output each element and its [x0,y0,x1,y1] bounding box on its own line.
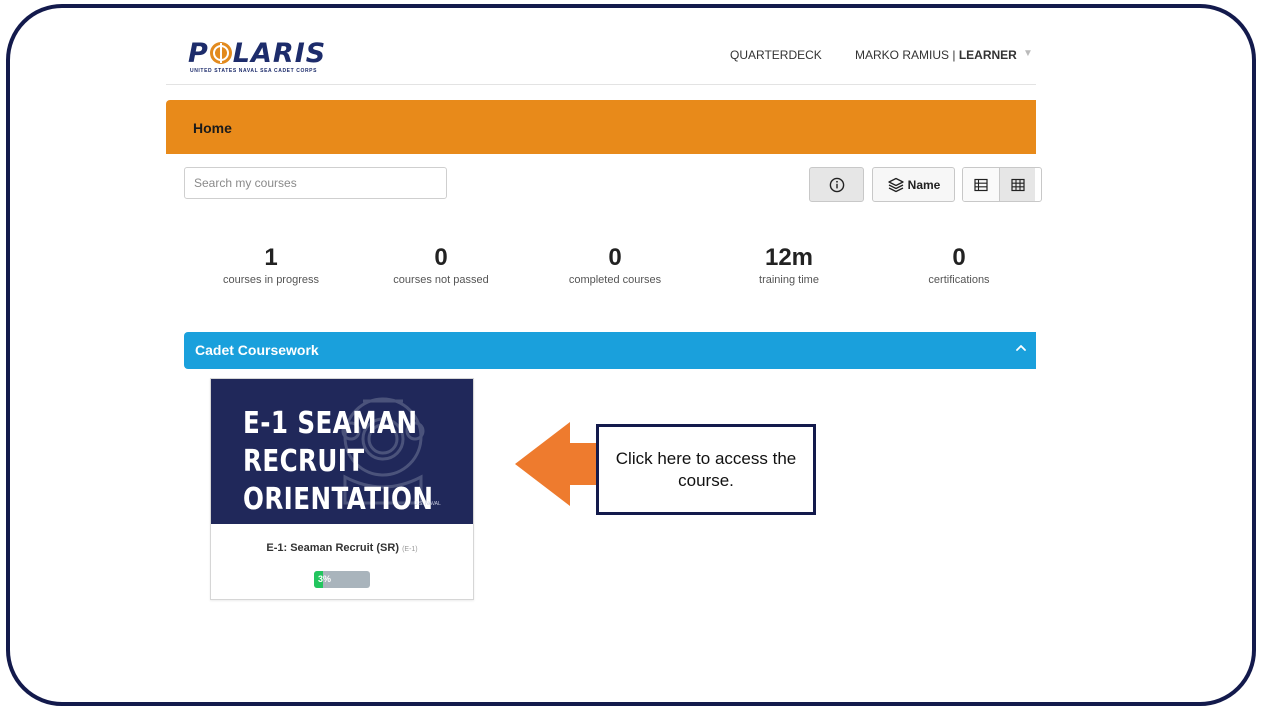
grid-view-button[interactable] [999,168,1035,201]
chevron-down-icon[interactable]: ▼ [1023,48,1033,59]
stat-value: 1 [264,244,278,271]
logo-letter-p: P [188,38,209,69]
globe-icon [209,42,232,64]
thumbnail-watermark: U.S. NAVAL [414,501,441,507]
stat-label: courses not passed [393,274,489,286]
stat-label: completed courses [568,274,662,286]
course-thumbnail[interactable]: E-1 SEAMAN RECRUIT ORIENTATION U.S. NAVA… [211,379,473,524]
course-progress-bar: 3% [314,571,370,588]
nav-link-quarterdeck[interactable]: QUARTERDECK [730,48,822,62]
course-code: (E-1) [402,546,418,553]
instruction-callout: Click here to access the course. [596,424,816,515]
progress-label: 3% [318,574,332,584]
chevron-up-icon[interactable] [1014,341,1028,355]
arrow-left-icon [515,422,601,506]
page-title-bar: Home [166,100,1036,154]
stat-value: 0 [952,244,966,271]
callout-text: Click here to access the course. [615,448,797,490]
sort-label: Name [907,177,941,192]
thumbnail-title-line-2: RECRUIT [243,444,365,479]
polaris-logo[interactable]: P LARIS UNITED STATES NAVAL SEA CADET COR… [188,38,338,78]
sort-button[interactable]: Name [872,167,955,202]
info-button[interactable] [809,167,864,202]
view-toggle [962,167,1042,202]
stat-courses-not-passed: 0 courses not passed [356,244,526,286]
stat-certifications: 0 certifications [874,244,1044,286]
list-view-icon [974,178,988,191]
logo-word-rest: LARIS [232,38,327,69]
stat-label: courses in progress [223,274,319,286]
section-title: Cadet Coursework [195,342,319,358]
page-title: Home [193,120,232,136]
course-name: E-1: Seaman Recruit (SR) [266,542,400,554]
layers-icon [888,177,904,192]
user-name: MARKO RAMIUS | [855,48,956,62]
header-divider [166,84,1036,85]
course-title[interactable]: E-1: Seaman Recruit (SR) (E-1) [211,542,473,554]
stat-value: 0 [608,244,622,271]
section-header-cadet-coursework[interactable]: Cadet Coursework [184,332,1036,369]
stat-value: 0 [434,244,448,271]
stat-label: training time [759,274,819,286]
stat-label: certifications [928,274,990,286]
stat-completed-courses: 0 completed courses [530,244,700,286]
thumbnail-title-line-3: ORIENTATION [243,482,434,517]
search-input[interactable] [184,167,447,199]
user-role: LEARNER [958,48,1017,62]
course-card[interactable]: E-1 SEAMAN RECRUIT ORIENTATION U.S. NAVA… [210,378,474,600]
info-icon [829,177,844,192]
thumbnail-title-line-1: E-1 SEAMAN [243,406,418,441]
user-menu[interactable]: MARKO RAMIUS | LEARNER [855,48,1017,62]
stat-courses-in-progress: 1 courses in progress [186,244,356,286]
grid-view-icon [1010,178,1025,191]
stat-training-time: 12m training time [704,244,874,286]
list-view-button[interactable] [963,168,999,201]
stat-value: 12m [764,244,814,271]
logo-subtitle: UNITED STATES NAVAL SEA CADET CORPS [190,68,318,74]
